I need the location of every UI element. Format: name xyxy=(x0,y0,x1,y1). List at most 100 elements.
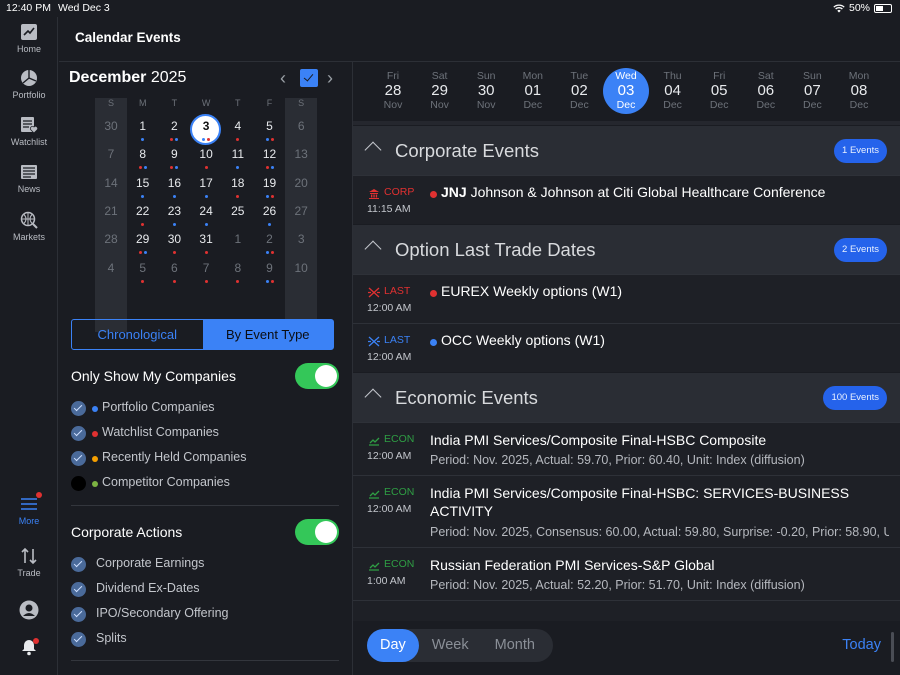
date-mon: Dec xyxy=(523,99,543,111)
corporate-actions-toggle[interactable] xyxy=(295,519,339,545)
calendar-day-number: 7 xyxy=(107,147,115,162)
filter-recently-held-companies[interactable]: Recently Held Companies xyxy=(71,450,341,470)
calendar-day[interactable]: 4 xyxy=(95,258,127,286)
calendar-day[interactable]: 1 xyxy=(127,116,159,144)
today-link[interactable]: Today xyxy=(842,637,881,653)
calendar-day[interactable]: 3 xyxy=(285,229,317,257)
date-item[interactable]: Tue 02 Dec xyxy=(556,70,602,111)
only-my-companies-toggle[interactable] xyxy=(295,363,339,389)
calendar-day[interactable]: 6 xyxy=(285,116,317,144)
calendar-day[interactable]: 30 xyxy=(95,116,127,144)
nav-notifications[interactable] xyxy=(0,638,58,659)
filter-ipo-secondary[interactable]: IPO/Secondary Offering xyxy=(71,606,341,626)
calendar-day-number: 28 xyxy=(104,232,118,247)
section-economic-events[interactable]: Economic Events 100 Events xyxy=(353,372,900,422)
nav-home[interactable]: Home xyxy=(0,23,58,54)
nav-markets[interactable]: Markets xyxy=(0,211,58,242)
calendar-day[interactable]: 1 xyxy=(222,229,254,257)
date-strip[interactable]: Fri 28 Nov Sat 29 Nov Sun 30 Nov Mon 01 Dec Tue 02 Dec… xyxy=(353,62,900,121)
calendar-day[interactable]: 28 xyxy=(95,229,127,257)
date-item[interactable]: Mon 08 Dec xyxy=(836,70,882,111)
date-item[interactable]: Sat 06 Dec xyxy=(743,70,789,111)
calendar-day[interactable]: 10 xyxy=(285,258,317,286)
nav-portfolio[interactable]: Portfolio xyxy=(0,69,58,100)
range-day-tab[interactable]: Day xyxy=(367,629,419,662)
calendar-day[interactable]: 23 xyxy=(158,201,190,229)
event-row-last-2[interactable]: LAST 12:00 AM OCC Weekly options (W1) xyxy=(353,323,900,372)
nav-watchlist[interactable]: Watchlist xyxy=(0,116,58,147)
calendar-day[interactable]: 5 xyxy=(127,258,159,286)
calendar-day[interactable]: 3 xyxy=(190,114,222,145)
status-date: Wed Dec 3 xyxy=(58,2,110,14)
calendar-day[interactable]: 26 xyxy=(254,201,286,229)
calendar-day[interactable]: 31 xyxy=(190,229,222,257)
prev-month-chevron-icon[interactable]: ‹ xyxy=(280,68,286,89)
color-dot xyxy=(92,481,98,487)
event-dots xyxy=(222,163,254,170)
filter-dividend-ex-dates[interactable]: Dividend Ex-Dates xyxy=(71,581,341,601)
date-item[interactable]: Sun 30 Nov xyxy=(463,70,509,111)
event-count-badge: 1 Events xyxy=(834,139,887,163)
calendar-day[interactable]: 20 xyxy=(285,173,317,201)
date-item[interactable]: Fri 28 Nov xyxy=(370,70,416,111)
calendar-day[interactable]: 8 xyxy=(127,144,159,172)
filter-watchlist-companies[interactable]: Watchlist Companies xyxy=(71,425,341,445)
calendar-day[interactable]: 21 xyxy=(95,201,127,229)
scroll-handle[interactable] xyxy=(891,632,894,662)
section-option-last-trade-dates[interactable]: Option Last Trade Dates 2 Events xyxy=(353,224,900,274)
event-row-econ-2[interactable]: ECON 12:00 AM India PMI Services/Composi… xyxy=(353,475,900,547)
calendar-day[interactable]: 24 xyxy=(190,201,222,229)
date-item[interactable]: Sat 29 Nov xyxy=(417,70,463,111)
calendar-day[interactable]: 7 xyxy=(95,144,127,172)
calendar-day[interactable]: 17 xyxy=(190,173,222,201)
calendar-day[interactable]: 27 xyxy=(285,201,317,229)
event-row-last-1[interactable]: LAST 12:00 AM EUREX Weekly options (W1) xyxy=(353,274,900,323)
calendar-day-number: 4 xyxy=(107,260,115,275)
calendar-day[interactable]: 29 xyxy=(127,229,159,257)
event-row-corp[interactable]: CORP 11:15 AM JNJ Johnson & Johnson at C… xyxy=(353,175,900,224)
date-item[interactable]: Thu 04 Dec xyxy=(650,70,696,111)
event-row-econ-1[interactable]: ECON 12:00 AM India PMI Services/Composi… xyxy=(353,422,900,475)
range-week-tab[interactable]: Week xyxy=(419,629,482,662)
calendar-day[interactable]: 6 xyxy=(158,258,190,286)
range-month-tab[interactable]: Month xyxy=(482,629,548,662)
calendar-day[interactable]: 19 xyxy=(254,173,286,201)
nav-news[interactable]: News xyxy=(0,163,58,194)
calendar-day[interactable]: 8 xyxy=(222,258,254,286)
event-row-econ-3[interactable]: ECON 1:00 AM Russian Federation PMI Serv… xyxy=(353,547,900,600)
calendar-day[interactable]: 14 xyxy=(95,173,127,201)
calendar-day[interactable]: 7 xyxy=(190,258,222,286)
filter-corporate-earnings[interactable]: Corporate Earnings xyxy=(71,556,341,576)
filter-splits[interactable]: Splits xyxy=(71,631,341,651)
filter-portfolio-companies[interactable]: Portfolio Companies xyxy=(71,400,341,420)
calendar-day[interactable]: 22 xyxy=(127,201,159,229)
nav-more[interactable]: More xyxy=(0,492,58,526)
calendar-day[interactable]: 18 xyxy=(222,173,254,201)
next-month-chevron-icon[interactable]: › xyxy=(327,68,333,89)
by-event-type-tab[interactable]: By Event Type xyxy=(202,320,333,349)
nav-profile[interactable] xyxy=(0,600,58,623)
calendar-day[interactable]: 15 xyxy=(127,173,159,201)
calendar-day[interactable]: 10 xyxy=(190,144,222,172)
date-item[interactable]: Mon 01 Dec xyxy=(510,70,556,111)
date-item[interactable]: Fri 05 Dec xyxy=(696,70,742,111)
calendar-day[interactable]: 4 xyxy=(222,116,254,144)
date-selected[interactable]: Wed 03 Dec xyxy=(603,68,649,114)
filter-competitor-companies[interactable]: Competitor Companies xyxy=(71,475,341,495)
calendar-day[interactable]: 13 xyxy=(285,144,317,172)
calendar-day[interactable]: 25 xyxy=(222,201,254,229)
calendar-day[interactable]: 30 xyxy=(158,229,190,257)
calendar-day[interactable]: 2 xyxy=(254,229,286,257)
calendar-today-icon[interactable] xyxy=(300,69,318,87)
calendar-day[interactable]: 16 xyxy=(158,173,190,201)
date-item[interactable]: Sun 07 Dec xyxy=(789,70,835,111)
nav-trade[interactable]: Trade xyxy=(0,547,58,578)
calendar-day[interactable]: 11 xyxy=(222,144,254,172)
chronological-tab[interactable]: Chronological xyxy=(72,320,203,349)
calendar-day[interactable]: 9 xyxy=(158,144,190,172)
calendar-day[interactable]: 9 xyxy=(254,258,286,286)
calendar-day[interactable]: 5 xyxy=(254,116,286,144)
calendar-day[interactable]: 2 xyxy=(158,116,190,144)
calendar-day[interactable]: 12 xyxy=(254,144,286,172)
section-corporate-events[interactable]: Corporate Events 1 Events xyxy=(353,125,900,175)
